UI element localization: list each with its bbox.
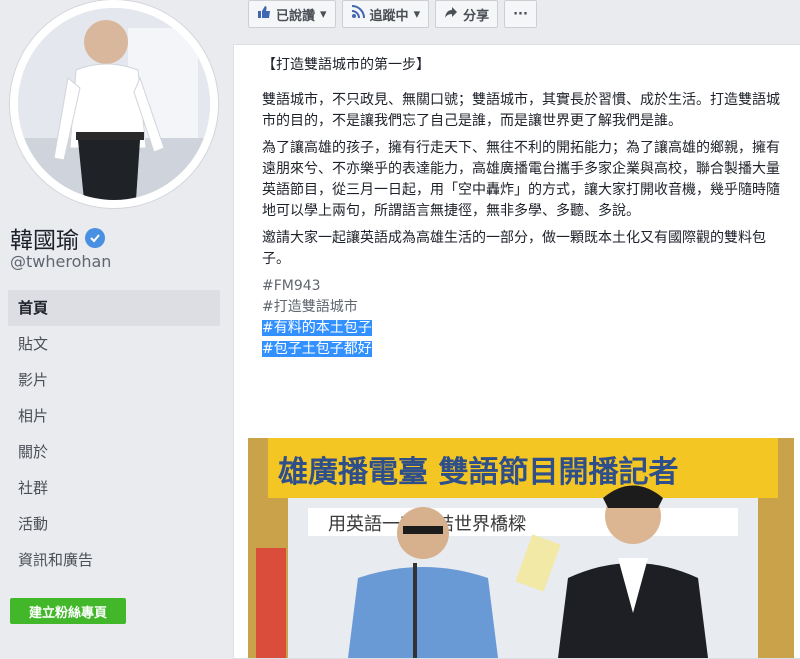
hashtag-link-selected[interactable]: #有料的本土包子 [262,318,782,339]
post-body: 【打造雙語城市的第一步】 雙語城市，不只政見、無關口號；雙語城市，其實長於習慣、… [262,55,782,360]
page-sidebar: 韓國瑜 @twherohan 首頁 貼文 影片 相片 關於 社群 活動 資訊和廣… [0,0,233,657]
profile-picture-frame[interactable] [10,0,218,208]
page-handle[interactable]: @twherohan [10,252,111,271]
nav-item-photos[interactable]: 相片 [8,398,220,434]
share-button[interactable]: 分享 [435,0,499,28]
more-dots-icon: ··· [513,6,528,22]
avatar[interactable] [18,8,210,200]
post-paragraph: 為了讓高雄的孩子，擁有行走天下、無往不利的開拓能力；為了讓高雄的鄉親，擁有遠朋來… [262,140,780,219]
nav-item-events[interactable]: 活動 [8,506,220,542]
rss-icon [351,5,365,23]
create-page-button[interactable]: 建立粉絲專頁 [10,598,126,624]
page-nav: 首頁 貼文 影片 相片 關於 社群 活動 資訊和廣告 [8,290,220,578]
nav-item-community[interactable]: 社群 [8,470,220,506]
nav-item-videos[interactable]: 影片 [8,362,220,398]
hashtag-link-selected[interactable]: #包子土包子都好 [262,339,782,360]
following-label: 追蹤中 [369,8,409,24]
page-name-text[interactable]: 韓國瑜 [10,221,79,255]
nav-item-posts[interactable]: 貼文 [8,326,220,362]
share-arrow-icon [444,5,458,23]
hashtag-text[interactable]: #有料的本土包子 [262,320,372,336]
post-card: 【打造雙語城市的第一步】 雙語城市，不只政見、無關口號；雙語城市，其實長於習慣、… [233,44,800,659]
avatar-photo [18,8,210,200]
press-event-photo: 雄廣播電臺 雙語節目開播記者 用英語一起連結世界橋樑 [248,438,794,658]
share-label: 分享 [463,8,490,24]
nav-item-home[interactable]: 首頁 [8,290,220,326]
following-button[interactable]: 追蹤中 ▾ [341,0,430,28]
post-paragraph: 雙語城市，不只政見、無關口號；雙語城市，其實長於習慣、成於生活。打造雙語城市的目… [262,92,780,129]
caret-down-icon: ▾ [413,6,421,22]
page-name[interactable]: 韓國瑜 [10,221,105,255]
hashtag-text[interactable]: #包子土包子都好 [262,341,372,357]
post-photo[interactable]: 雄廣播電臺 雙語節目開播記者 用英語一起連結世界橋樑 [248,438,794,658]
caret-down-icon: ▾ [320,6,327,22]
photo-banner-text: 雄廣播電臺 雙語節目開播記者 [278,455,678,490]
liked-button[interactable]: 已說讚 ▾ [248,0,336,28]
page-action-bar: 已說讚 ▾ 追蹤中 ▾ 分享 ··· [248,0,537,30]
hashtag-link[interactable]: #FM943 [262,276,782,297]
hashtag-link[interactable]: #打造雙語城市 [262,297,782,318]
post-paragraph: 邀請大家一起讓英語成為高雄生活的一部分，做一顆既本土化又有國際觀的雙料包子。 [262,230,766,267]
verified-badge-icon [85,228,105,248]
nav-item-info-ads[interactable]: 資訊和廣告 [8,542,220,578]
nav-item-about[interactable]: 關於 [8,434,220,470]
thumbs-up-icon [257,5,271,23]
more-options-button[interactable]: ··· [504,0,537,28]
liked-label: 已說讚 [276,8,316,24]
post-title: 【打造雙語城市的第一步】 [262,57,430,73]
